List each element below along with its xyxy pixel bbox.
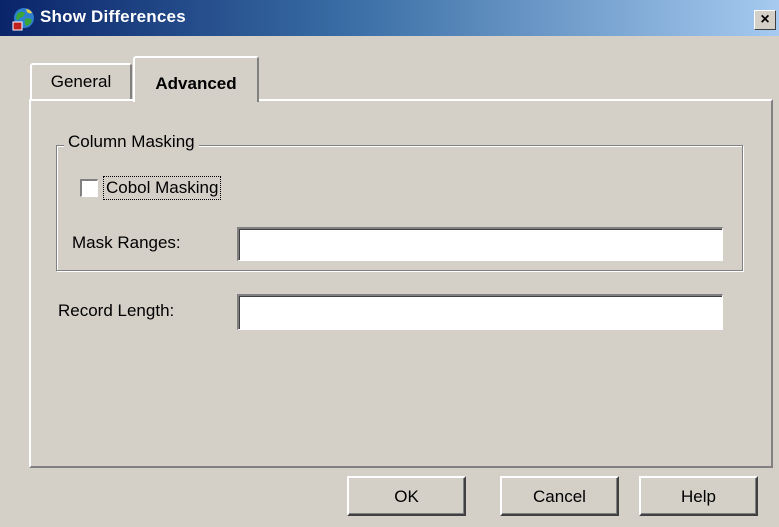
cobol-masking-label[interactable]: Cobol Masking bbox=[103, 176, 222, 200]
record-length-input[interactable] bbox=[237, 294, 723, 330]
tab-general-label: General bbox=[50, 72, 112, 91]
mask-ranges-input[interactable] bbox=[237, 227, 723, 261]
cobol-masking-checkbox[interactable] bbox=[80, 179, 98, 197]
title-bar: Show Differences × bbox=[0, 0, 779, 36]
record-length-label: Record Length: bbox=[58, 301, 175, 320]
close-button[interactable]: × bbox=[754, 10, 776, 30]
help-button[interactable]: Help bbox=[639, 476, 758, 516]
close-icon: × bbox=[760, 11, 770, 28]
cancel-button[interactable]: Cancel bbox=[500, 476, 619, 516]
ok-button[interactable]: OK bbox=[347, 476, 466, 516]
mask-ranges-label: Mask Ranges: bbox=[72, 233, 181, 252]
window-title: Show Differences bbox=[40, 7, 186, 26]
column-masking-legend: Column Masking bbox=[64, 132, 199, 152]
tab-advanced-label: Advanced bbox=[155, 74, 237, 93]
tab-advanced[interactable]: Advanced bbox=[133, 56, 259, 102]
tab-general[interactable]: General bbox=[30, 63, 132, 99]
globe-app-icon bbox=[12, 8, 34, 31]
